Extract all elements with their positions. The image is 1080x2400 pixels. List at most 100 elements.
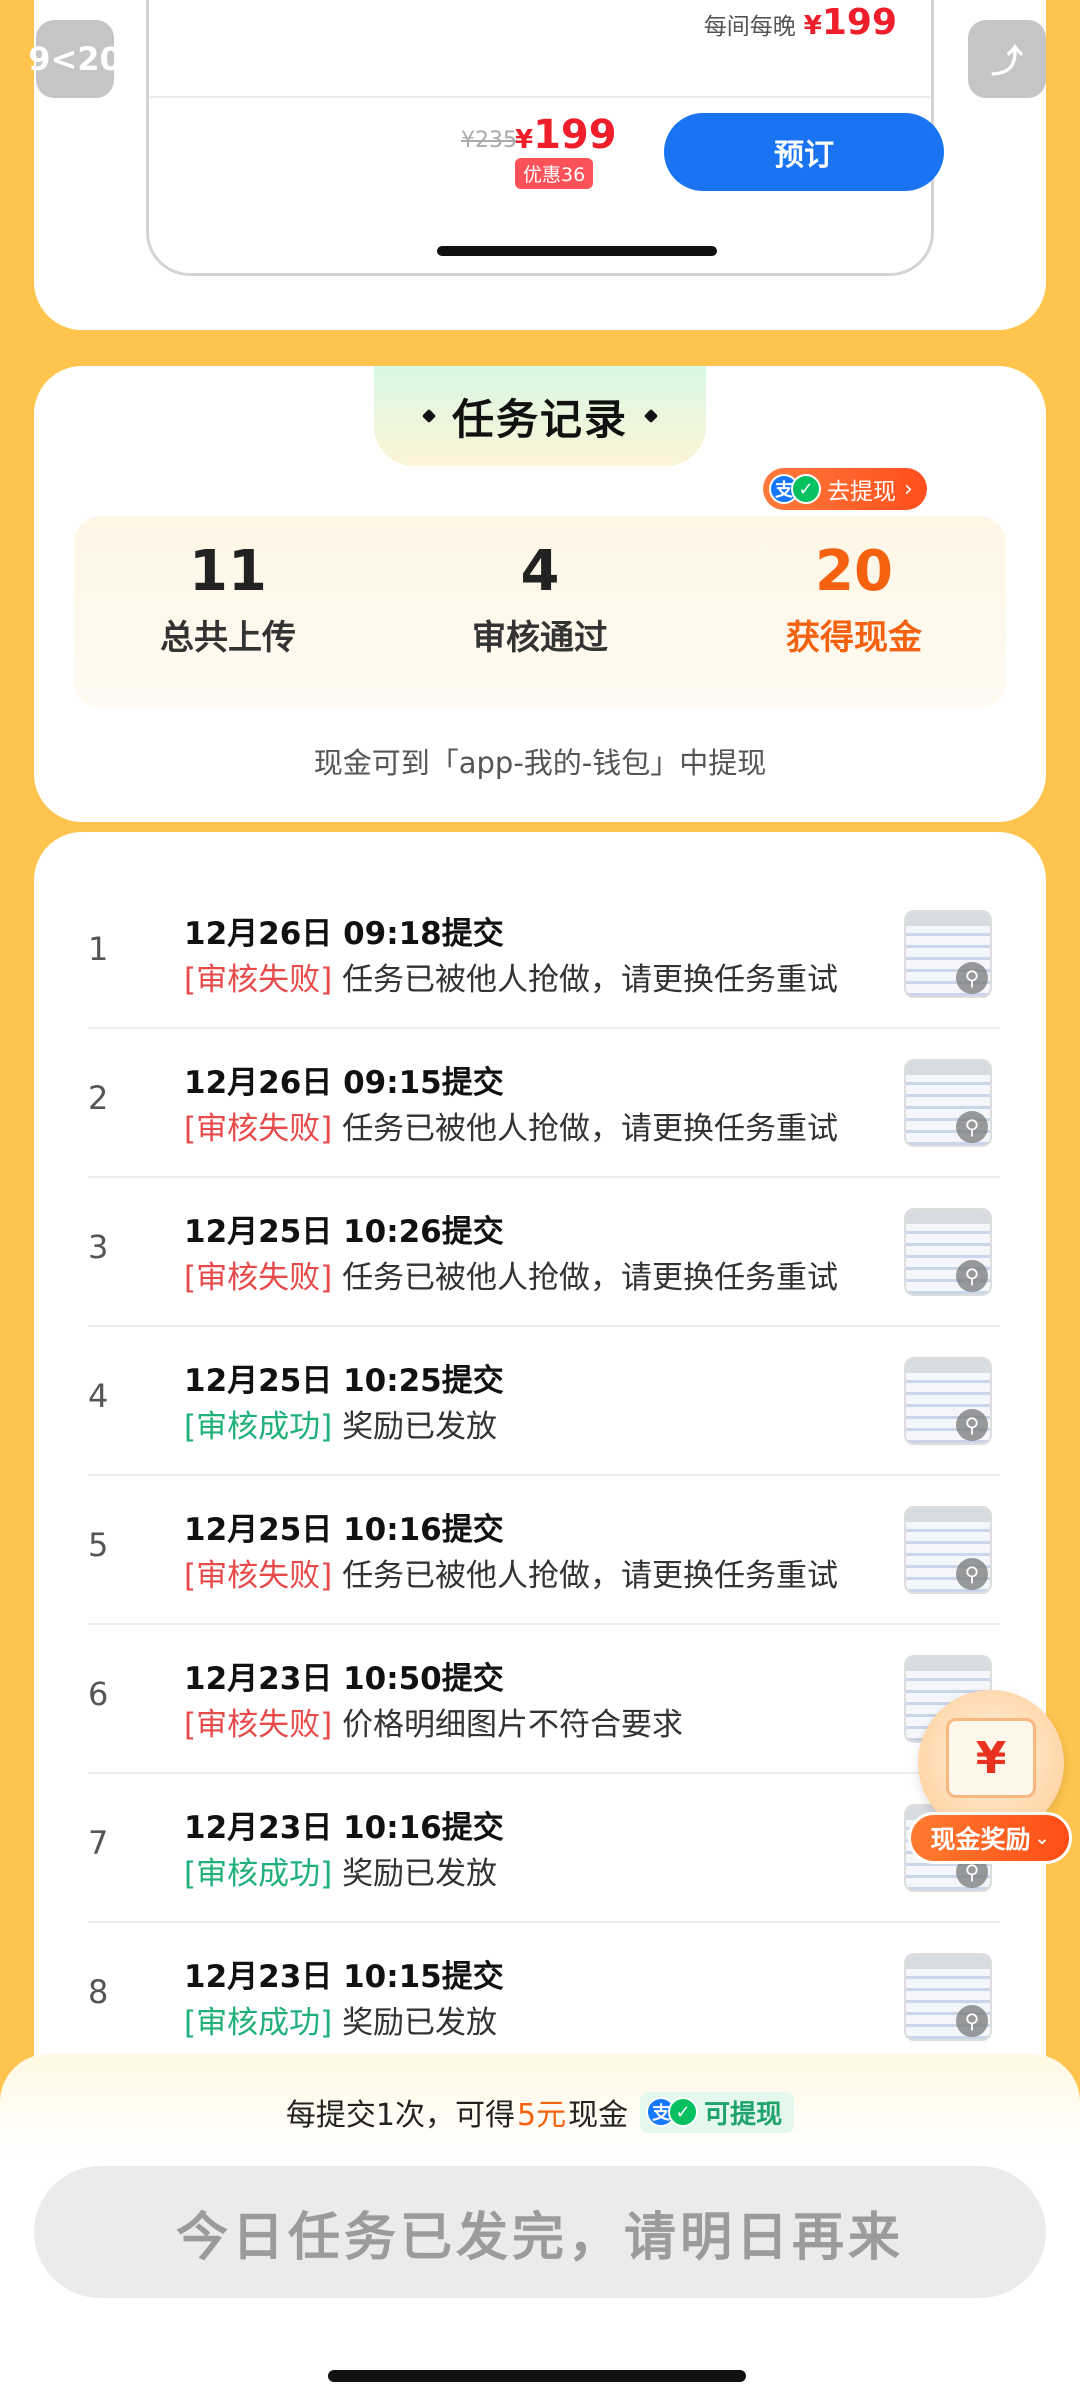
task-time: 12月23日 10:16提交: [184, 1810, 504, 1846]
magnifier-icon: ⚲: [956, 1409, 988, 1441]
payment-icons: 支 ✓: [769, 474, 821, 504]
diamond-icon: [421, 408, 437, 424]
task-time: 12月25日 10:26提交: [184, 1214, 504, 1250]
stat-label: 总共上传: [160, 618, 296, 658]
task-status: [审核失败] 任务已被他人抢做，请更换任务重试: [184, 1252, 838, 1297]
task-row[interactable]: 1 12月26日 09:18提交 [审核失败] 任务已被他人抢做，请更换任务重试…: [88, 880, 1000, 1029]
screenshot-thumbnail[interactable]: ⚲: [904, 1059, 992, 1147]
stat-label: 审核通过: [472, 618, 608, 658]
red-envelope-icon: ¥: [946, 1718, 1036, 1798]
sale-amount: 199: [533, 112, 617, 158]
magnifier-icon: ⚲: [956, 1111, 988, 1143]
task-index: 3: [88, 1228, 109, 1266]
screenshot-thumbnail[interactable]: ⚲: [904, 910, 992, 998]
task-index: 5: [88, 1526, 109, 1564]
wechat-icon: ✓: [791, 474, 821, 504]
sale-price: ¥ 199: [515, 112, 617, 158]
discount-badge: 优惠36: [515, 158, 594, 189]
screenshot-thumbnail[interactable]: ⚲: [904, 1953, 992, 2041]
task-record-card: 任务记录 支 ✓ 去提现 › 11 总共上传 4 审核通过 20 获得现金 现金…: [34, 366, 1046, 822]
task-index: 4: [88, 1377, 109, 1415]
status-tag: [审核失败]: [184, 1707, 333, 1743]
record-title: 任务记录: [451, 394, 628, 444]
tasks-exhausted-button[interactable]: 今日任务已发完，请明日再来: [34, 2166, 1046, 2298]
task-status: [审核成功] 奖励已发放: [184, 1848, 497, 1893]
task-time: 12月25日 10:16提交: [184, 1512, 504, 1548]
stat-cash-earned: 20 获得现金: [694, 534, 1014, 666]
book-button[interactable]: 预订: [664, 113, 944, 191]
stats-panel: 11 总共上传 4 审核通过 20 获得现金: [74, 516, 1006, 708]
task-status: [审核失败] 任务已被他人抢做，请更换任务重试: [184, 1550, 838, 1595]
reward-info: 每提交1次，可得 5元 现金 支 ✓ 可提现: [0, 2090, 1080, 2134]
chevron-down-icon: ⌄: [1034, 1827, 1050, 1849]
dashed-divider: [96, 823, 984, 829]
task-time: 12月26日 09:18提交: [184, 916, 504, 952]
status-tag: [审核失败]: [184, 1111, 333, 1147]
reward-suffix: 现金: [568, 2098, 629, 2133]
task-row[interactable]: 7 12月23日 10:16提交 [审核成功] 奖励已发放 ⚲: [88, 1774, 1000, 1923]
stat-approved: 4 审核通过: [380, 534, 700, 666]
magnifier-icon: ⚲: [956, 1260, 988, 1292]
task-row[interactable]: 5 12月25日 10:16提交 [审核失败] 任务已被他人抢做，请更换任务重试…: [88, 1476, 1000, 1625]
stat-total-uploaded: 11 总共上传: [68, 534, 388, 666]
status-tag: [审核成功]: [184, 2005, 333, 2041]
status-message: 奖励已发放: [342, 1409, 498, 1445]
status-tag: [审核成功]: [184, 1856, 333, 1892]
cash-withdraw-note: 现金可到「app-我的-钱包」中提现: [313, 746, 767, 780]
status-tag: [审核失败]: [184, 962, 333, 998]
per-night-amount: 199: [821, 2, 897, 43]
preview-home-bar: [437, 246, 717, 256]
screenshot-thumbnail[interactable]: ⚲: [904, 1506, 992, 1594]
divider: [149, 96, 931, 98]
cash-reward-label: 现金奖励 ⌄: [908, 1812, 1072, 1864]
payment-icons: 支 ✓: [646, 2097, 699, 2127]
back-float-button[interactable]: 9<20: [28, 20, 122, 98]
reward-prefix: 每提交1次，可得: [285, 2098, 515, 2133]
status-message: 任务已被他人抢做，请更换任务重试: [342, 1558, 839, 1594]
status-tag: [审核失败]: [184, 1260, 333, 1296]
task-list: 1 12月26日 09:18提交 [审核失败] 任务已被他人抢做，请更换任务重试…: [34, 832, 1046, 2132]
per-night-label: 每间每晚: [703, 14, 796, 40]
task-row[interactable]: 8 12月23日 10:15提交 [审核成功] 奖励已发放 ⚲: [88, 1923, 1000, 2072]
withdrawable-chip: 支 ✓ 可提现: [640, 2091, 795, 2133]
status-tag: [审核失败]: [184, 1558, 333, 1594]
cash-reward-float[interactable]: ¥ 现金奖励 ⌄: [908, 1690, 1072, 1866]
screenshot-thumbnail[interactable]: ⚲: [904, 1357, 992, 1445]
withdrawable-label: 可提现: [704, 2099, 783, 2130]
status-message: 奖励已发放: [342, 1856, 498, 1892]
sale-currency: ¥: [515, 125, 534, 155]
task-status: [审核成功] 奖励已发放: [184, 1401, 497, 1446]
task-index: 1: [88, 930, 109, 968]
task-row[interactable]: 2 12月26日 09:15提交 [审核失败] 任务已被他人抢做，请更换任务重试…: [88, 1029, 1000, 1178]
status-message: 任务已被他人抢做，请更换任务重试: [342, 1111, 839, 1147]
share-float-button[interactable]: ⤴: [968, 20, 1046, 98]
task-time: 12月23日 10:15提交: [184, 1959, 504, 1995]
per-night-price: 每间每晚 ¥ 199: [704, 2, 897, 43]
task-status: [审核失败] 任务已被他人抢做，请更换任务重试: [184, 954, 838, 999]
wechat-icon: ✓: [668, 2097, 699, 2127]
original-price: ¥235: [461, 128, 517, 153]
task-row[interactable]: 6 12月23日 10:50提交 [审核失败] 价格明细图片不符合要求 ⚲: [88, 1625, 1000, 1774]
preview-frame: 每间每晚 ¥ 199 ¥235 ¥ 199 优惠36 预订: [146, 0, 944, 276]
status-message: 任务已被他人抢做，请更换任务重试: [342, 1260, 839, 1296]
status-message: 奖励已发放: [342, 2005, 498, 2041]
stat-label: 获得现金: [786, 618, 922, 658]
task-index: 6: [88, 1675, 109, 1713]
task-time: 12月23日 10:50提交: [184, 1661, 504, 1697]
task-time: 12月25日 10:25提交: [184, 1363, 504, 1399]
stat-value: 4: [520, 539, 560, 604]
chevron-right-icon: ›: [904, 476, 913, 502]
screenshot-thumbnail[interactable]: ⚲: [904, 1208, 992, 1296]
status-message: 价格明细图片不符合要求: [342, 1707, 684, 1743]
task-time: 12月26日 09:15提交: [184, 1065, 504, 1101]
task-row[interactable]: 3 12月25日 10:26提交 [审核失败] 任务已被他人抢做，请更换任务重试…: [88, 1178, 1000, 1327]
task-index: 8: [88, 1973, 109, 2011]
hotel-preview-card: 每间每晚 ¥ 199 ¥235 ¥ 199 优惠36 预订: [34, 0, 1046, 330]
diamond-icon: [643, 408, 659, 424]
cash-reward-text: 现金奖励: [930, 1825, 1031, 1854]
task-status: [审核失败] 价格明细图片不符合要求: [184, 1699, 683, 1744]
stat-value: 11: [189, 539, 267, 604]
task-row[interactable]: 4 12月25日 10:25提交 [审核成功] 奖励已发放 ⚲: [88, 1327, 1000, 1476]
withdraw-button[interactable]: 支 ✓ 去提现 ›: [763, 468, 927, 510]
magnifier-icon: ⚲: [956, 962, 988, 994]
